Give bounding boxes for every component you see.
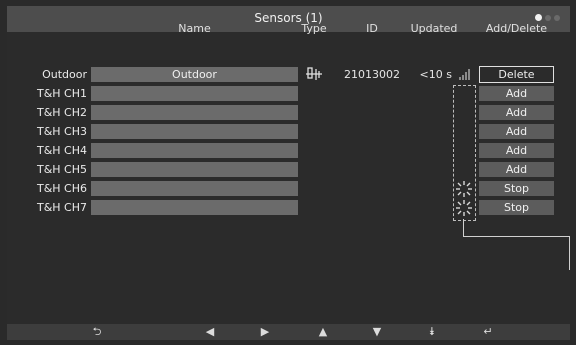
- up-arrow-icon[interactable]: ▲: [313, 325, 333, 339]
- sensor-row-ch7: T&H CH7 Stop: [7, 199, 570, 217]
- sensor-name-field[interactable]: [91, 200, 298, 215]
- row-label: T&H CH7: [36, 201, 87, 214]
- page-down-icon[interactable]: ⯯: [422, 325, 442, 339]
- add-button[interactable]: Add: [479, 86, 554, 101]
- callout-line: [463, 219, 464, 236]
- callout-line: [474, 236, 570, 237]
- sensor-name-field[interactable]: [91, 105, 298, 120]
- thermo-hygro-sensor-icon: [306, 67, 322, 80]
- sensor-id: 21013002: [344, 68, 400, 81]
- column-header-updated: Updated: [410, 22, 458, 35]
- column-header-add-delete: Add/Delete: [485, 22, 548, 35]
- callout-line: [463, 236, 474, 237]
- sensor-name-field[interactable]: [91, 86, 298, 101]
- page-dot: [554, 15, 560, 21]
- add-button[interactable]: Add: [479, 105, 554, 120]
- stop-button[interactable]: Stop: [479, 200, 554, 215]
- navigation-bar: ⮌ ◀ ▶ ▲ ▼ ⯯ ↵: [7, 324, 570, 340]
- row-label: T&H CH5: [36, 163, 87, 176]
- sensor-name-field[interactable]: [91, 181, 298, 196]
- sensor-name-field[interactable]: [91, 124, 298, 139]
- right-arrow-icon[interactable]: ▶: [255, 325, 275, 339]
- back-icon[interactable]: ⮌: [87, 325, 107, 339]
- row-label: T&H CH3: [36, 125, 87, 138]
- sensors-screen: Sensors (1) Name Type ID Updated Add/Del…: [7, 6, 570, 340]
- row-label: Outdoor: [42, 68, 87, 81]
- page-dot: [545, 15, 551, 21]
- sensor-name-field[interactable]: [91, 143, 298, 158]
- row-label: T&H CH1: [36, 87, 87, 100]
- add-button[interactable]: Add: [479, 124, 554, 139]
- sensor-name-field[interactable]: [91, 162, 298, 177]
- status-column-highlight: [453, 85, 476, 221]
- sensor-row-ch3: T&H CH3 Add: [7, 123, 570, 141]
- sensor-row-outdoor: Outdoor Outdoor 21013002 <10 s Delete: [7, 66, 570, 84]
- sensor-updated: <10 s: [419, 68, 452, 81]
- column-header-type: Type: [301, 22, 327, 35]
- callout-line: [569, 236, 570, 270]
- down-arrow-icon[interactable]: ▼: [367, 325, 387, 339]
- left-arrow-icon[interactable]: ◀: [200, 325, 220, 339]
- add-button[interactable]: Add: [479, 143, 554, 158]
- sensor-row-ch5: T&H CH5 Add: [7, 161, 570, 179]
- page-indicator: [535, 14, 560, 21]
- sensor-name-field[interactable]: Outdoor: [91, 67, 298, 82]
- sensor-row-ch4: T&H CH4 Add: [7, 142, 570, 160]
- stop-button[interactable]: Stop: [479, 181, 554, 196]
- column-header-name: Name: [178, 22, 211, 35]
- add-button[interactable]: Add: [479, 162, 554, 177]
- column-header-id: ID: [366, 22, 378, 35]
- sensor-row-ch6: T&H CH6 Stop: [7, 180, 570, 198]
- signal-strength-icon: [459, 69, 470, 80]
- row-label: T&H CH4: [36, 144, 87, 157]
- row-label: T&H CH6: [36, 182, 87, 195]
- page-dot-active: [535, 14, 542, 21]
- sensor-row-ch2: T&H CH2 Add: [7, 104, 570, 122]
- row-label: T&H CH2: [36, 106, 87, 119]
- sensor-row-ch1: T&H CH1 Add: [7, 85, 570, 103]
- delete-button[interactable]: Delete: [479, 66, 554, 83]
- enter-icon[interactable]: ↵: [478, 325, 498, 339]
